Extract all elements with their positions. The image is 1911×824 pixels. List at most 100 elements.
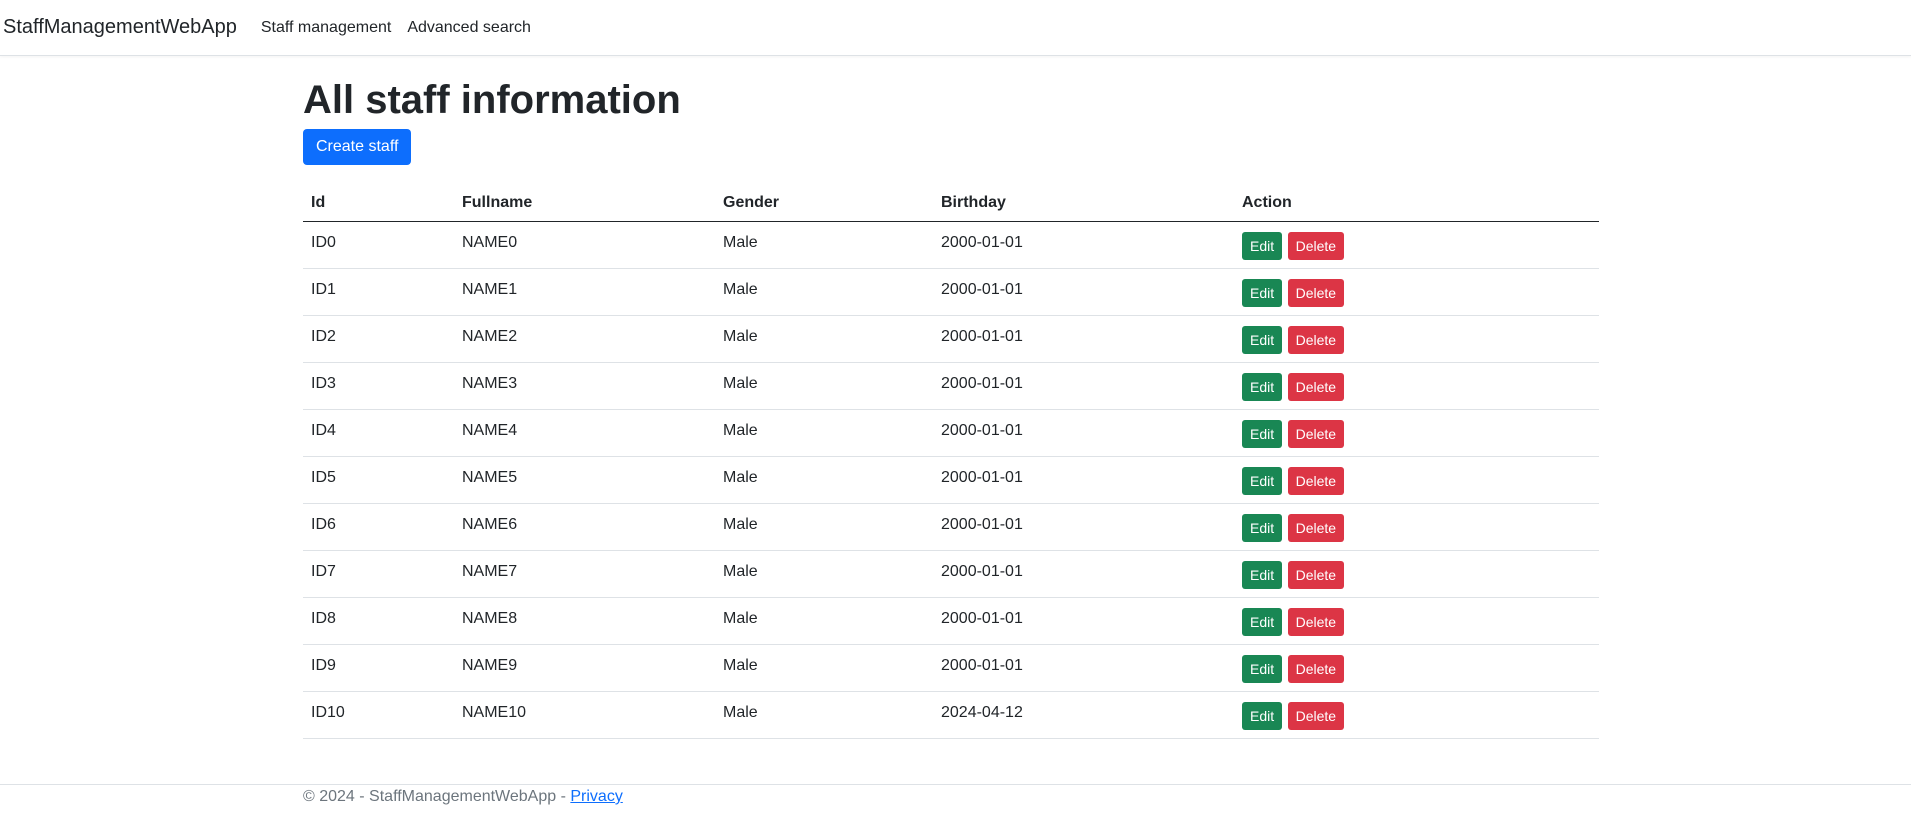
footer: © 2024 - StaffManagementWebApp - Privacy — [303, 788, 623, 806]
page-title: All staff information — [303, 78, 681, 122]
cell-birthday-text: 2000-01-01 — [941, 516, 1023, 533]
edit-button[interactable]: Edit — [1242, 702, 1283, 730]
cell-birthday: 2000-01-01 — [933, 362, 1234, 410]
cell-fullname: NAME1 — [454, 268, 715, 316]
cell-birthday: 2000-01-01 — [933, 644, 1234, 692]
cell-fullname: NAME7 — [454, 550, 715, 598]
delete-button[interactable]: Delete — [1287, 561, 1345, 589]
cell-birthday-text: 2024-04-12 — [941, 704, 1023, 721]
column-header-action: Action — [1234, 184, 1599, 222]
delete-button[interactable]: Delete — [1287, 608, 1345, 636]
cell-id-text: ID1 — [311, 281, 336, 298]
column-header-id: Id — [303, 184, 454, 222]
cell-id: ID10 — [303, 691, 454, 739]
cell-action: Edit Delete — [1234, 503, 1599, 551]
delete-button[interactable]: Delete — [1287, 279, 1345, 307]
cell-birthday: 2000-01-01 — [933, 221, 1234, 269]
cell-gender: Male — [715, 456, 933, 504]
cell-gender: Male — [715, 597, 933, 645]
column-header-fullname: Fullname — [454, 184, 715, 222]
cell-fullname-text: NAME9 — [462, 657, 518, 674]
cell-fullname: NAME2 — [454, 315, 715, 363]
edit-button[interactable]: Edit — [1242, 232, 1283, 260]
cell-gender-text: Male — [723, 704, 758, 721]
edit-button[interactable]: Edit — [1242, 373, 1283, 401]
delete-button[interactable]: Delete — [1287, 373, 1345, 401]
cell-gender: Male — [715, 691, 933, 739]
edit-button[interactable]: Edit — [1242, 467, 1283, 495]
edit-button[interactable]: Edit — [1242, 608, 1283, 636]
table-row: ID1 NAME1 Male 2000-01-01 Edit Delete — [303, 268, 1599, 316]
nav-link-staff-management[interactable]: Staff management — [261, 19, 391, 37]
cell-fullname: NAME8 — [454, 597, 715, 645]
cell-birthday-text: 2000-01-01 — [941, 563, 1023, 580]
cell-fullname: NAME5 — [454, 456, 715, 504]
staff-table: Id Fullname Gender Birthday Action ID0 NA… — [303, 184, 1599, 739]
cell-gender: Male — [715, 644, 933, 692]
cell-id: ID2 — [303, 315, 454, 363]
cell-fullname-text: NAME0 — [462, 234, 518, 251]
delete-button[interactable]: Delete — [1287, 702, 1345, 730]
cell-action: Edit Delete — [1234, 550, 1599, 598]
table-row: ID6 NAME6 Male 2000-01-01 Edit Delete — [303, 503, 1599, 551]
table-row: ID2 NAME2 Male 2000-01-01 Edit Delete — [303, 315, 1599, 363]
delete-button[interactable]: Delete — [1287, 655, 1345, 683]
cell-id: ID7 — [303, 550, 454, 598]
cell-action: Edit Delete — [1234, 456, 1599, 504]
privacy-link[interactable]: Privacy — [570, 788, 622, 805]
edit-button[interactable]: Edit — [1242, 279, 1283, 307]
table-row: ID7 NAME7 Male 2000-01-01 Edit Delete — [303, 550, 1599, 598]
edit-button[interactable]: Edit — [1242, 514, 1283, 542]
cell-id-text: ID9 — [311, 657, 336, 674]
delete-button[interactable]: Delete — [1287, 420, 1345, 448]
cell-birthday-text: 2000-01-01 — [941, 375, 1023, 392]
cell-birthday: 2000-01-01 — [933, 456, 1234, 504]
cell-fullname: NAME10 — [454, 691, 715, 739]
main-content: All staff information Create staff Id Fu… — [303, 56, 1599, 739]
cell-gender-text: Male — [723, 657, 758, 674]
brand-link[interactable]: StaffManagementWebApp — [3, 16, 237, 39]
cell-fullname-text: NAME3 — [462, 375, 518, 392]
cell-gender: Male — [715, 550, 933, 598]
cell-birthday-text: 2000-01-01 — [941, 328, 1023, 345]
cell-id-text: ID0 — [311, 234, 336, 251]
table-body: ID0 NAME0 Male 2000-01-01 Edit Delete ID1 NAME… — [303, 221, 1599, 739]
cell-action: Edit Delete — [1234, 597, 1599, 645]
delete-button[interactable]: Delete — [1287, 514, 1345, 542]
cell-gender-text: Male — [723, 469, 758, 486]
table-row: ID8 NAME8 Male 2000-01-01 Edit Delete — [303, 597, 1599, 645]
cell-id: ID6 — [303, 503, 454, 551]
cell-id-text: ID3 — [311, 375, 336, 392]
delete-button[interactable]: Delete — [1287, 232, 1345, 260]
footer-divider — [0, 784, 1911, 785]
cell-fullname: NAME4 — [454, 409, 715, 457]
nav-link-advanced-search[interactable]: Advanced search — [407, 19, 531, 37]
cell-action: Edit Delete — [1234, 268, 1599, 316]
table-row: ID0 NAME0 Male 2000-01-01 Edit Delete — [303, 221, 1599, 269]
cell-id: ID5 — [303, 456, 454, 504]
cell-id: ID4 — [303, 409, 454, 457]
cell-gender-text: Male — [723, 281, 758, 298]
cell-id-text: ID5 — [311, 469, 336, 486]
cell-gender-text: Male — [723, 328, 758, 345]
cell-birthday: 2000-01-01 — [933, 503, 1234, 551]
cell-gender-text: Male — [723, 375, 758, 392]
edit-button[interactable]: Edit — [1242, 420, 1283, 448]
delete-button[interactable]: Delete — [1287, 326, 1345, 354]
edit-button[interactable]: Edit — [1242, 561, 1283, 589]
cell-fullname: NAME6 — [454, 503, 715, 551]
edit-button[interactable]: Edit — [1242, 655, 1283, 683]
table-row: ID10 NAME10 Male 2024-04-12 Edit Delete — [303, 691, 1599, 739]
cell-birthday-text: 2000-01-01 — [941, 610, 1023, 627]
create-staff-button[interactable]: Create staff — [303, 129, 412, 165]
cell-action: Edit Delete — [1234, 644, 1599, 692]
cell-id: ID8 — [303, 597, 454, 645]
cell-birthday: 2000-01-01 — [933, 315, 1234, 363]
cell-action: Edit Delete — [1234, 221, 1599, 269]
table-header-row: Id Fullname Gender Birthday Action — [303, 184, 1599, 222]
cell-id-text: ID2 — [311, 328, 336, 345]
cell-action: Edit Delete — [1234, 362, 1599, 410]
cell-id-text: ID6 — [311, 516, 336, 533]
edit-button[interactable]: Edit — [1242, 326, 1283, 354]
delete-button[interactable]: Delete — [1287, 467, 1345, 495]
